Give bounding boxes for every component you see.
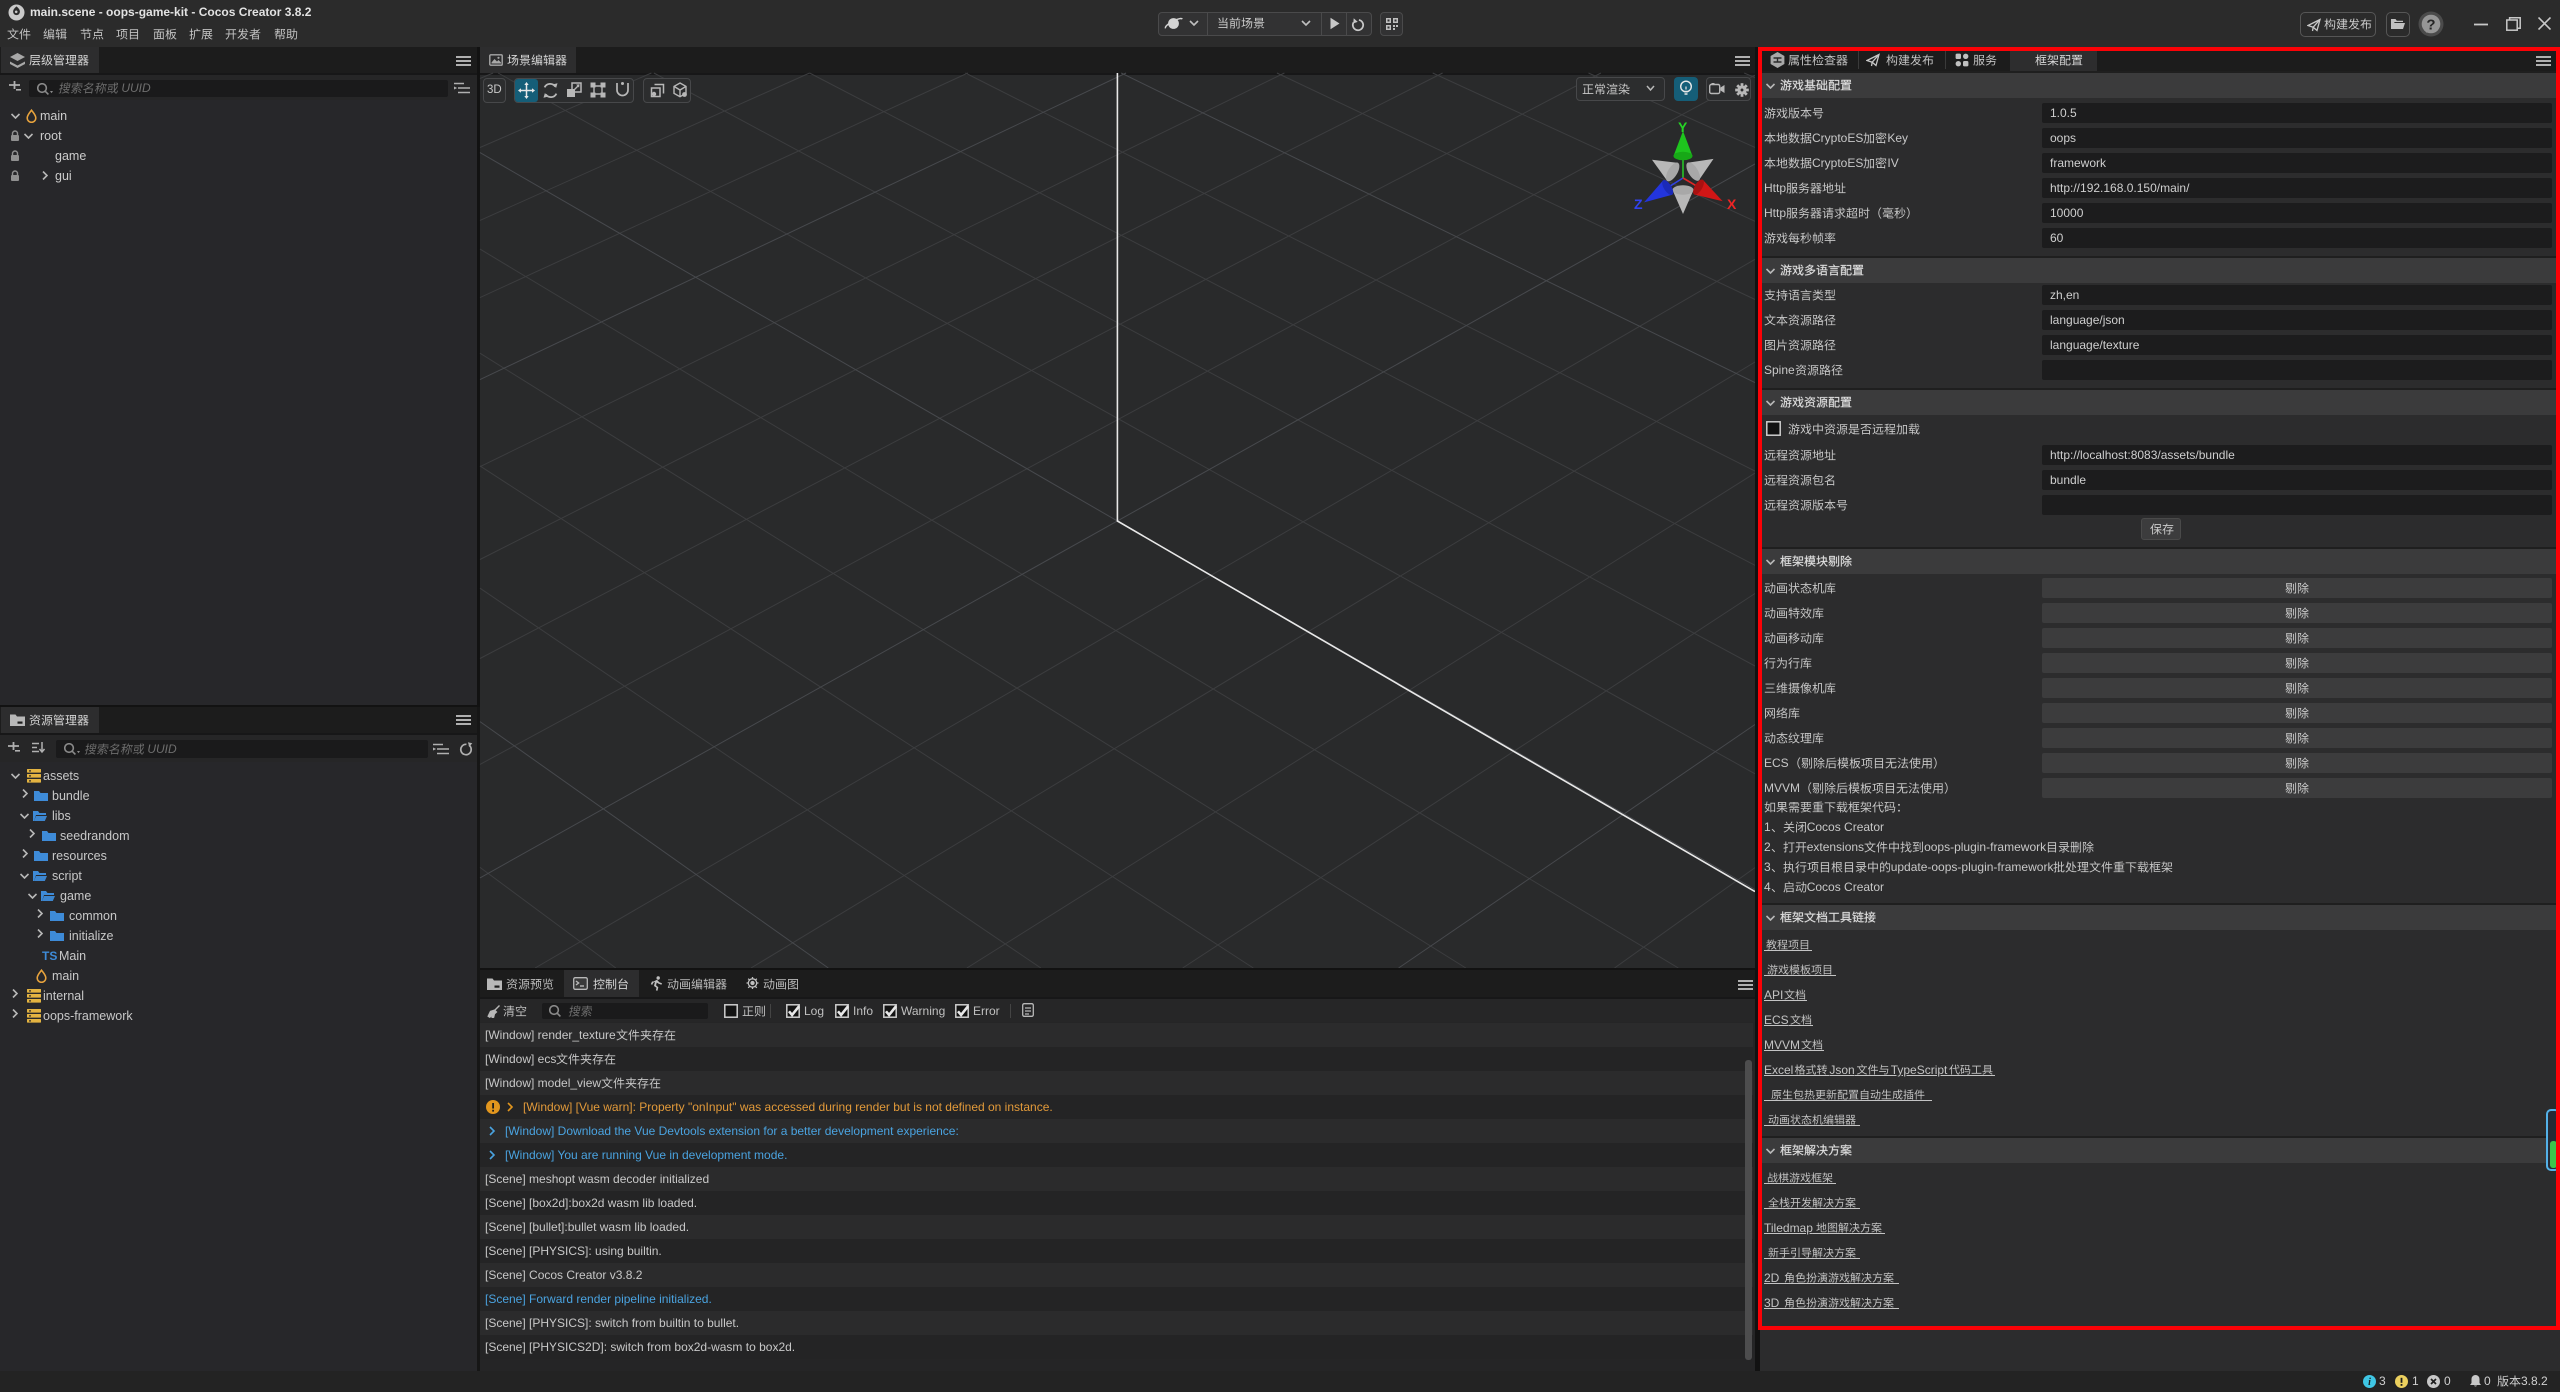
svg-text:Y: Y — [1678, 119, 1688, 135]
svg-text:i: i — [2368, 1377, 2371, 1388]
svg-text:Z: Z — [1634, 196, 1643, 212]
svg-text:X: X — [1727, 196, 1737, 212]
